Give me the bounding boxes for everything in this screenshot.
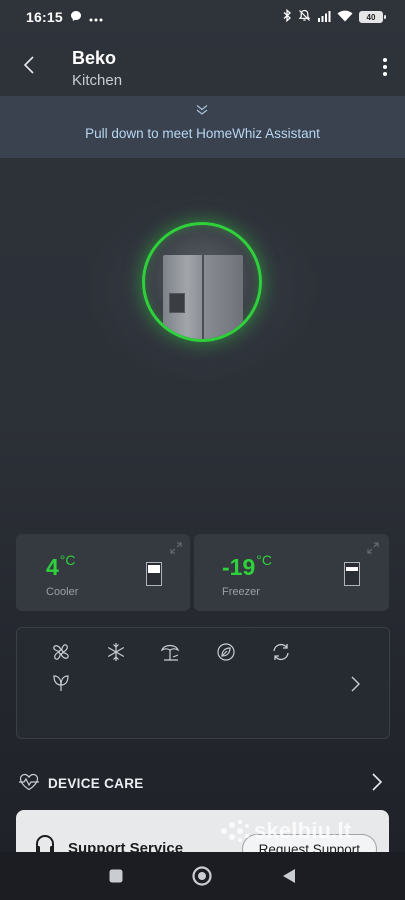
more-dots-icon [89,9,103,25]
double-chevron-down-icon [196,105,208,115]
features-panel[interactable] [16,627,390,739]
status-left: 16:15 [26,9,103,25]
refresh-icon[interactable] [269,640,293,664]
assistant-banner-text: Pull down to meet HomeWhiz Assistant [85,126,320,141]
chevron-left-icon [23,56,34,74]
wifi-icon [337,9,353,25]
app-screen: 16:15 40 Beko Kitchen Pull down to meet … [0,0,405,900]
recents-button[interactable] [104,864,128,888]
expand-icon[interactable] [170,542,182,554]
leaf-icon[interactable] [49,670,73,694]
freezer-temperature: -19°C [222,552,272,581]
square-icon [109,869,123,883]
cooler-label: Cooler [46,586,79,598]
status-right: 40 [282,8,386,25]
fan-icon[interactable] [49,640,73,664]
freezer-card[interactable]: -19°C Freezer [194,534,389,611]
circle-icon [192,866,212,886]
assistant-banner[interactable]: Pull down to meet HomeWhiz Assistant [0,96,405,158]
chevron-right-icon[interactable] [349,674,363,694]
app-header: Beko Kitchen [0,34,405,96]
freezer-level-indicator [344,562,360,586]
watermark-logo-icon [221,820,249,842]
device-care-row[interactable]: DEVICE CARE [0,762,405,804]
watermark: skelbiu.lt [218,818,351,844]
eco-fresh-icon[interactable] [214,640,238,664]
chevron-right-icon [372,773,383,791]
cooler-temp-unit: °C [59,552,76,568]
freezer-temp-unit: °C [256,552,272,568]
more-dot [383,58,387,62]
more-options-button[interactable] [377,52,393,82]
status-bar: 16:15 40 [0,0,405,34]
signal-icon [317,9,331,25]
system-navigation-bar [0,852,405,900]
more-dot [383,72,387,76]
fridge-image [163,255,243,339]
freezer-temp-value: -19 [222,554,256,580]
expand-icon[interactable] [367,542,379,554]
freezer-level-fill [346,567,358,571]
fridge-status-ring[interactable] [142,222,262,342]
bluetooth-icon [282,8,292,25]
cooler-temperature: 4°C [46,552,76,581]
page-title: Beko [72,48,117,68]
watermark-text: skelbiu.lt [254,818,352,843]
freezer-label: Freezer [222,586,260,598]
page-subtitle: Kitchen [72,72,123,89]
triangle-back-icon [283,869,295,883]
cooler-temp-value: 4 [46,554,59,580]
back-nav-button[interactable] [277,864,301,888]
home-button[interactable] [190,864,214,888]
fridge-dispenser [169,293,185,313]
back-button[interactable] [14,50,44,80]
cooler-card[interactable]: 4°C Cooler [16,534,190,611]
status-time: 16:15 [26,9,63,25]
more-dot [383,65,387,69]
messenger-icon [70,9,82,25]
cooler-level-fill [148,565,160,573]
mute-icon [298,9,311,25]
device-care-label: DEVICE CARE [48,776,144,791]
heartbeat-icon [19,773,39,791]
cooler-level-indicator [146,562,162,586]
battery-icon: 40 [359,11,386,23]
snowflake-icon[interactable] [104,640,128,664]
vacation-icon[interactable] [159,640,183,664]
